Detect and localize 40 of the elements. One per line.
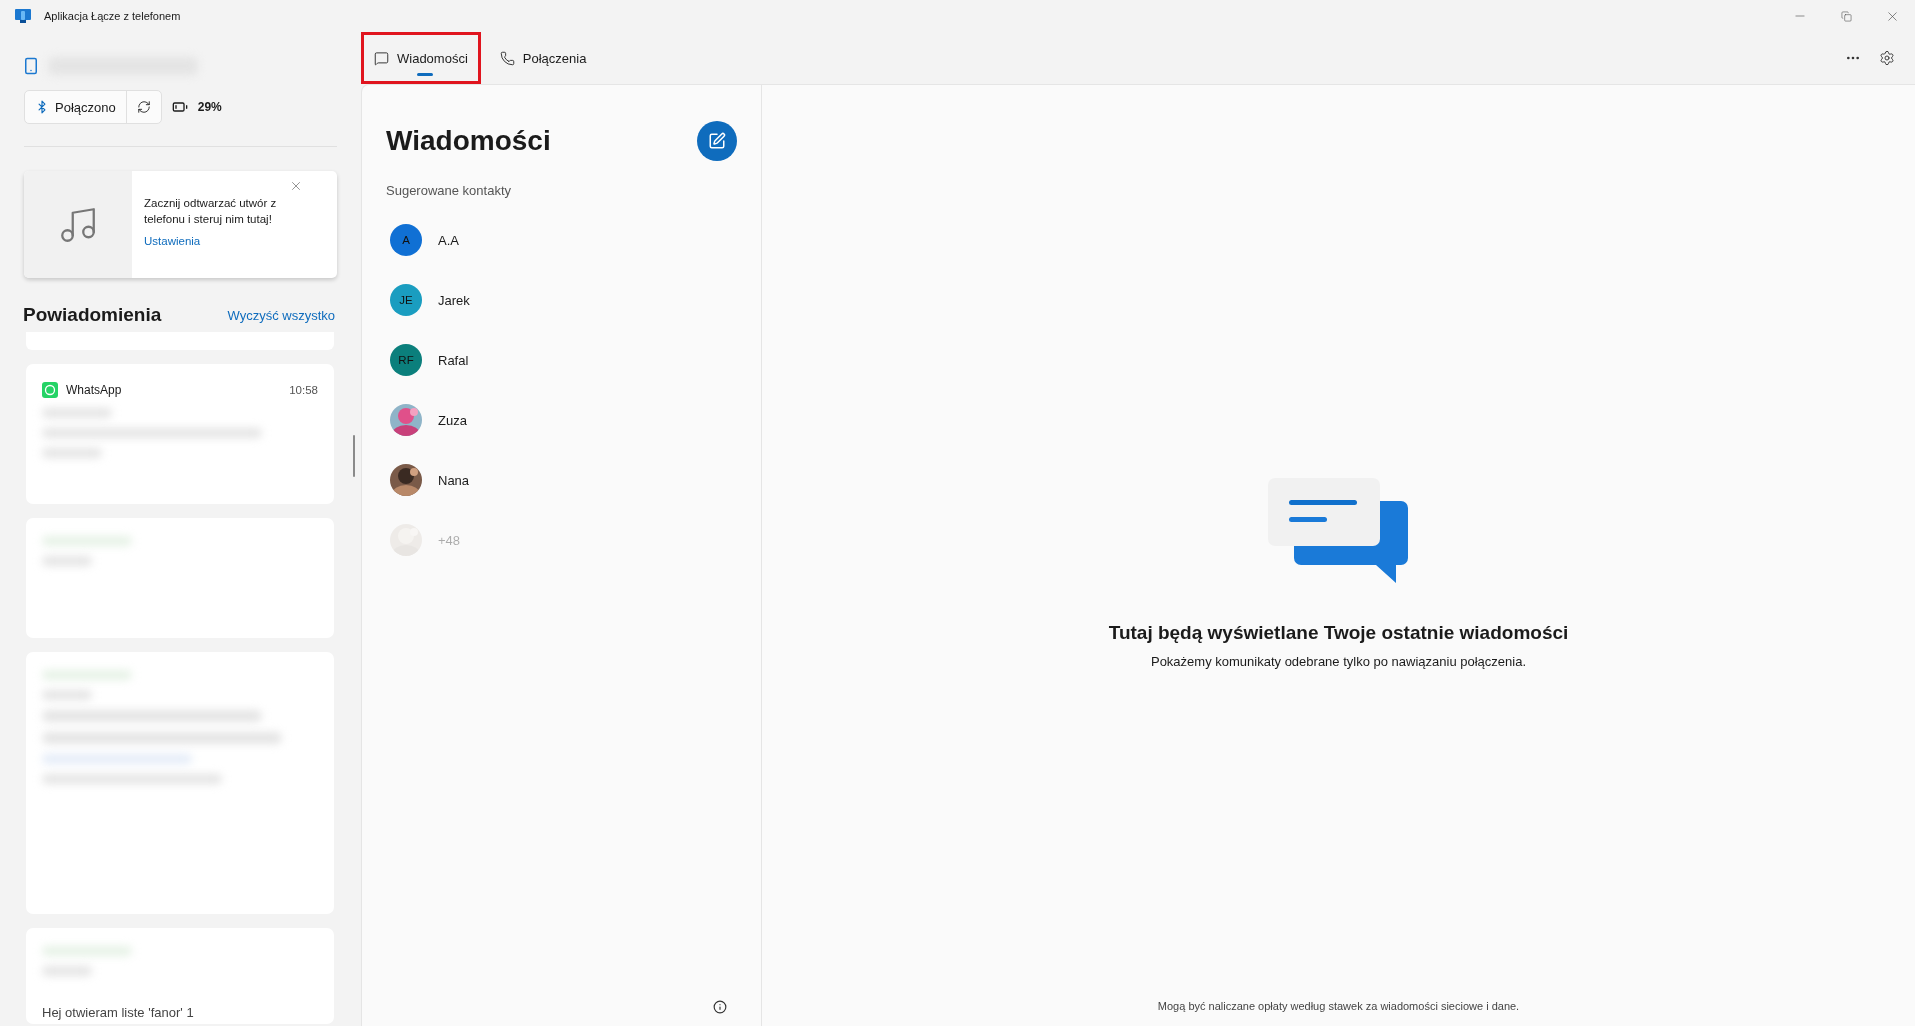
phone-icon (22, 57, 40, 75)
tab[interactable]: Połączenia (486, 32, 600, 84)
contact-name[interactable]: Jarek (438, 292, 470, 308)
empty-state-subtitle: Pokażemy komunikaty odebrane tylko po nawiązaniu połączenia. (1150, 654, 1527, 669)
app-logo-icon (14, 7, 32, 25)
contact-name[interactable]: A.A (438, 232, 459, 248)
tab[interactable]: Wiadomości (361, 32, 481, 84)
restore-icon (1840, 10, 1852, 22)
contact-avatar: A (390, 224, 422, 256)
notification-time: 10:58 (289, 384, 318, 396)
close-button[interactable] (289, 179, 303, 193)
contact-name[interactable]: Zuza (438, 412, 467, 428)
battery-icon (171, 99, 188, 115)
new-message-button[interactable] (697, 121, 737, 161)
contact-avatar: RF (390, 344, 422, 376)
contact-avatar: JE (390, 284, 422, 316)
settings-link[interactable]: Ustawienia (144, 235, 307, 247)
notification-card[interactable]: WhatsApp 10:58 (26, 364, 334, 504)
battery-percent: 29% (197, 100, 222, 114)
compose-icon (708, 132, 726, 150)
window-title: Aplikacja Łącze z telefonem (44, 10, 181, 22)
notification-card[interactable]: Hej otwieram liste 'fanor' 1 (26, 928, 334, 1024)
info-icon[interactable] (713, 1000, 727, 1014)
clear-all-link[interactable]: Wyczyść wszystko (227, 307, 335, 323)
refresh-icon (136, 100, 151, 114)
charges-note: Mogą być naliczane opłaty według stawek za wiadomości sieciowe i dane. (1157, 1000, 1520, 1012)
notification-text: Hej otwieram liste 'fanor' 1 (42, 1005, 195, 1020)
media-message: Zacznij odtwarzać utwór z telefonu i steruj nim tutaj! (144, 196, 278, 227)
app-name: WhatsApp (66, 383, 122, 397)
scrollbar-thumb[interactable] (353, 435, 355, 477)
notifications-title: Powiadomienia (23, 304, 162, 326)
settings-icon (1879, 50, 1895, 66)
messages-heading: Wiadomości (386, 125, 551, 157)
phone-handset-icon (499, 50, 515, 66)
suggested-contacts-label: Sugerowane kontakty (386, 183, 513, 198)
chat-app-icon (42, 382, 58, 398)
empty-state-title: Tutaj będą wyświetlane Twoje ostatnie wiadomości (1108, 622, 1569, 644)
chat-bubble-icon (374, 50, 389, 66)
contact-name[interactable]: Rafal (438, 352, 469, 368)
contact-name[interactable]: Nana (438, 472, 470, 488)
